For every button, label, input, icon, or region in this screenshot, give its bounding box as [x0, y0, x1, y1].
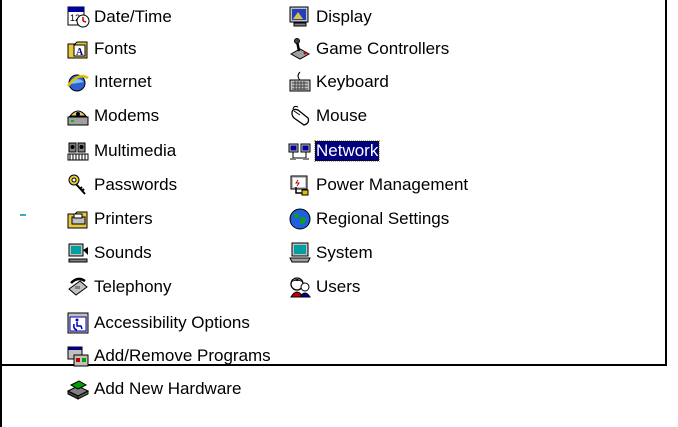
- font-folder-icon: A: [67, 41, 88, 59]
- mouse-icon: [291, 105, 310, 126]
- item-label: Network: [313, 140, 381, 162]
- item-label: System: [316, 243, 373, 262]
- item-label: Users: [316, 277, 361, 296]
- item-label: Date/Time: [94, 7, 172, 26]
- item-label: Power Management: [316, 175, 469, 194]
- item-add-new-hardware[interactable]: Add New Hardware: [66, 374, 242, 404]
- modem-phone-icon: [67, 110, 89, 126]
- svg-text:A: A: [76, 47, 84, 58]
- item-label: Telephony: [94, 277, 172, 296]
- joystick-icon: [289, 38, 311, 60]
- item-label: Add/Remove Programs: [94, 346, 271, 365]
- item-label: Add New Hardware: [94, 379, 242, 398]
- item-label: Regional Settings: [316, 209, 450, 228]
- item-label: Internet: [94, 72, 152, 91]
- item-label: Sounds: [94, 243, 152, 262]
- item-add-remove-programs[interactable]: Add/Remove Programs: [66, 341, 272, 371]
- window-border-left: [0, 0, 2, 427]
- item-label: Display: [316, 7, 372, 26]
- item-label: Fonts: [94, 39, 137, 58]
- internet-globe-icon: [66, 74, 89, 92]
- item-label: Mouse: [316, 106, 368, 125]
- keyboard-icon: [289, 71, 311, 92]
- item-date-time[interactable]: 12 Date/Time: [66, 2, 173, 32]
- item-label: Keyboard: [316, 72, 389, 91]
- add-remove-programs-icon: [67, 346, 89, 367]
- item-power-management[interactable]: Power Management: [288, 170, 469, 200]
- item-fonts[interactable]: A Fonts: [66, 34, 138, 64]
- item-accessibility-options[interactable]: Accessibility Options: [66, 308, 251, 338]
- item-label: Printers: [94, 209, 153, 228]
- globe-icon: [289, 208, 311, 230]
- speaker-icon: [68, 243, 88, 263]
- item-keyboard[interactable]: Keyboard: [288, 67, 390, 97]
- item-system[interactable]: System: [288, 238, 374, 268]
- accessibility-icon: [67, 312, 89, 334]
- item-label: Multimedia: [94, 141, 177, 160]
- monitor-display-icon: [289, 6, 309, 27]
- add-hardware-icon: [66, 380, 90, 400]
- window-border-right: [665, 0, 667, 366]
- item-internet[interactable]: Internet: [66, 67, 153, 97]
- telephone-icon: [68, 277, 88, 296]
- item-label: Game Controllers: [316, 39, 450, 58]
- item-label: Modems: [94, 106, 160, 125]
- item-regional-settings[interactable]: Regional Settings: [288, 204, 450, 234]
- item-telephony[interactable]: Telephony: [66, 272, 173, 302]
- focus-tick-mark: [20, 214, 26, 216]
- item-mouse[interactable]: Mouse: [288, 101, 368, 131]
- item-passwords[interactable]: Passwords: [66, 170, 178, 200]
- item-multimedia[interactable]: Multimedia: [66, 136, 177, 166]
- calendar-clock-icon: 12: [67, 6, 90, 28]
- printer-folder-icon: [67, 211, 88, 229]
- power-plug-icon: [290, 175, 309, 196]
- item-label: Passwords: [94, 175, 178, 194]
- item-game-controllers[interactable]: Game Controllers: [288, 34, 450, 64]
- item-network[interactable]: Network: [288, 136, 381, 166]
- item-modems[interactable]: Modems: [66, 101, 160, 131]
- keys-icon: [68, 174, 86, 195]
- item-label: Accessibility Options: [94, 313, 250, 332]
- multimedia-icon: [67, 142, 89, 161]
- computer-icon: [289, 242, 311, 263]
- network-computers-icon: [288, 143, 311, 160]
- users-icon: [290, 277, 311, 298]
- item-printers[interactable]: Printers: [66, 204, 154, 234]
- item-sounds[interactable]: Sounds: [66, 238, 153, 268]
- item-display[interactable]: Display: [288, 2, 373, 32]
- item-users[interactable]: Users: [288, 272, 361, 302]
